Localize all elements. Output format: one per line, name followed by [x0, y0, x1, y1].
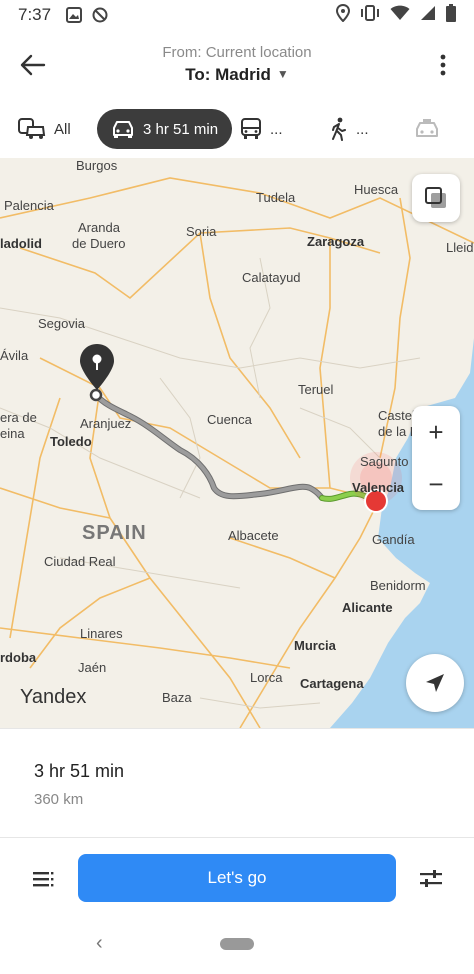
location-icon [335, 3, 351, 27]
city-label: Baza [162, 690, 192, 705]
route-duration: 3 hr 51 min [34, 761, 125, 781]
city-label: Murcia [294, 638, 336, 653]
city-label: Calatayud [242, 270, 301, 285]
city-label: era de [0, 410, 37, 425]
city-label: Lleid [446, 240, 474, 255]
more-options-button[interactable] [432, 48, 454, 82]
city-label: Gandía [372, 532, 415, 547]
route-map[interactable]: Burgos Palencia Tudela Huesca Aranda de … [0, 158, 474, 728]
map-pin-icon [80, 344, 114, 390]
wifi-icon [390, 5, 410, 26]
status-right-icons [335, 3, 456, 27]
city-label: Albacete [228, 528, 279, 543]
city-label: Soria [186, 224, 217, 239]
city-label: Valencia [352, 480, 405, 495]
zoom-controls: + − [412, 406, 460, 510]
city-label: Huesca [354, 182, 399, 197]
sliders-icon [420, 870, 442, 887]
city-label: de Duero [72, 236, 126, 251]
battery-icon [446, 3, 456, 27]
signal-icon [420, 5, 436, 26]
zoom-in-button[interactable]: + [412, 406, 460, 458]
transport-tabs: All 3 hr 51 min ... ... [0, 104, 474, 154]
system-nav-bar: ‹ [0, 918, 474, 974]
blocked-notification-icon [91, 6, 109, 24]
city-label: Sagunto [360, 454, 409, 469]
walk-icon [330, 117, 348, 141]
yandex-logo: Yandex [20, 686, 87, 708]
city-label: Ávila [0, 348, 29, 363]
layers-icon [425, 187, 446, 208]
city-label: Toledo [50, 434, 92, 449]
city-label: Teruel [298, 382, 334, 397]
route-header: From: Current location To: Madrid ▼ [0, 36, 474, 92]
destination-label: To: Madrid [185, 65, 271, 84]
city-label: Aranda [78, 220, 120, 235]
action-bar: Let's go [0, 837, 474, 917]
city-label: Alicante [342, 600, 393, 615]
city-label: Aranjuez [80, 416, 132, 431]
lets-go-button[interactable]: Let's go [78, 854, 396, 902]
bus-icon [240, 118, 262, 140]
tab-walk-label: ... [356, 120, 369, 138]
city-label: Segovia [38, 316, 85, 331]
tab-transit-label: ... [270, 120, 283, 138]
list-icon [33, 872, 54, 887]
country-label: SPAIN [82, 522, 147, 544]
photo-notification-icon [65, 6, 83, 24]
route-distance: 360 km [34, 791, 84, 808]
system-home-pill[interactable] [220, 938, 254, 950]
more-vertical-icon [440, 54, 446, 76]
city-label: rdoba [0, 650, 37, 665]
city-label: Ciudad Real [44, 554, 116, 569]
route-list-button[interactable] [30, 866, 56, 892]
status-time: 7:37 [18, 5, 52, 24]
city-label: Jaén [78, 660, 107, 675]
city-label: Benidorm [370, 578, 426, 593]
chevron-down-icon: ▼ [276, 67, 289, 81]
navigation-arrow-icon [426, 674, 444, 692]
city-label: Cartagena [300, 676, 364, 691]
destination-marker[interactable] [78, 342, 116, 392]
status-bar: 7:37 [0, 0, 474, 30]
city-label: Cuenca [207, 412, 252, 427]
my-location-button[interactable] [406, 654, 464, 712]
tab-taxi[interactable] [414, 109, 448, 149]
city-label: eina [0, 426, 25, 441]
route-options-button[interactable] [418, 866, 444, 892]
city-label: Lorca [250, 670, 283, 685]
route-summary[interactable]: 3 hr 51 min 360 km [0, 728, 474, 836]
all-transport-icon [18, 117, 46, 141]
destination-selector[interactable]: To: Madrid ▼ [0, 65, 474, 85]
city-label: Tudela [256, 190, 296, 205]
tab-all-label: All [54, 120, 71, 138]
car-icon [111, 119, 135, 139]
from-location[interactable]: From: Current location [0, 44, 474, 61]
city-label: ladolid [0, 236, 42, 251]
taxi-icon [414, 118, 440, 140]
tab-all[interactable]: All [18, 109, 71, 149]
city-label: Palencia [4, 198, 54, 213]
tab-transit[interactable]: ... [240, 109, 283, 149]
layers-button[interactable] [412, 174, 460, 222]
city-label: Zaragoza [307, 234, 365, 249]
tab-car-label: 3 hr 51 min [143, 120, 219, 138]
tab-car[interactable]: 3 hr 51 min [97, 109, 233, 149]
tab-walk[interactable]: ... [330, 109, 369, 149]
city-label: Burgos [76, 158, 118, 173]
zoom-out-button[interactable]: − [412, 458, 460, 510]
system-back-button[interactable]: ‹ [96, 932, 103, 955]
city-label: Linares [80, 626, 123, 641]
vibrate-icon [360, 4, 380, 26]
